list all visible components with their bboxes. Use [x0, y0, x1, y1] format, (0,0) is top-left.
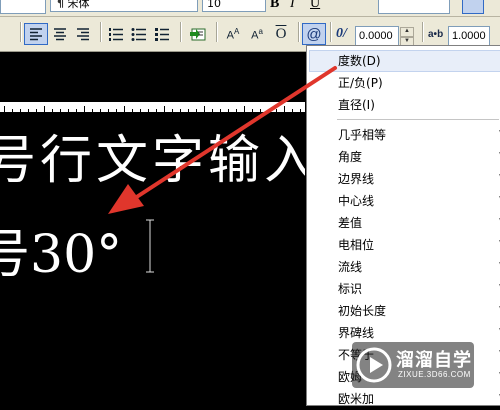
- watermark: 溜溜自学 ZIXUE.3D66.COM: [352, 342, 474, 388]
- watermark-url: ZIXUE.3D66.COM: [398, 370, 471, 379]
- play-logo-icon: [356, 347, 392, 383]
- watermark-title: 溜溜自学: [396, 350, 472, 371]
